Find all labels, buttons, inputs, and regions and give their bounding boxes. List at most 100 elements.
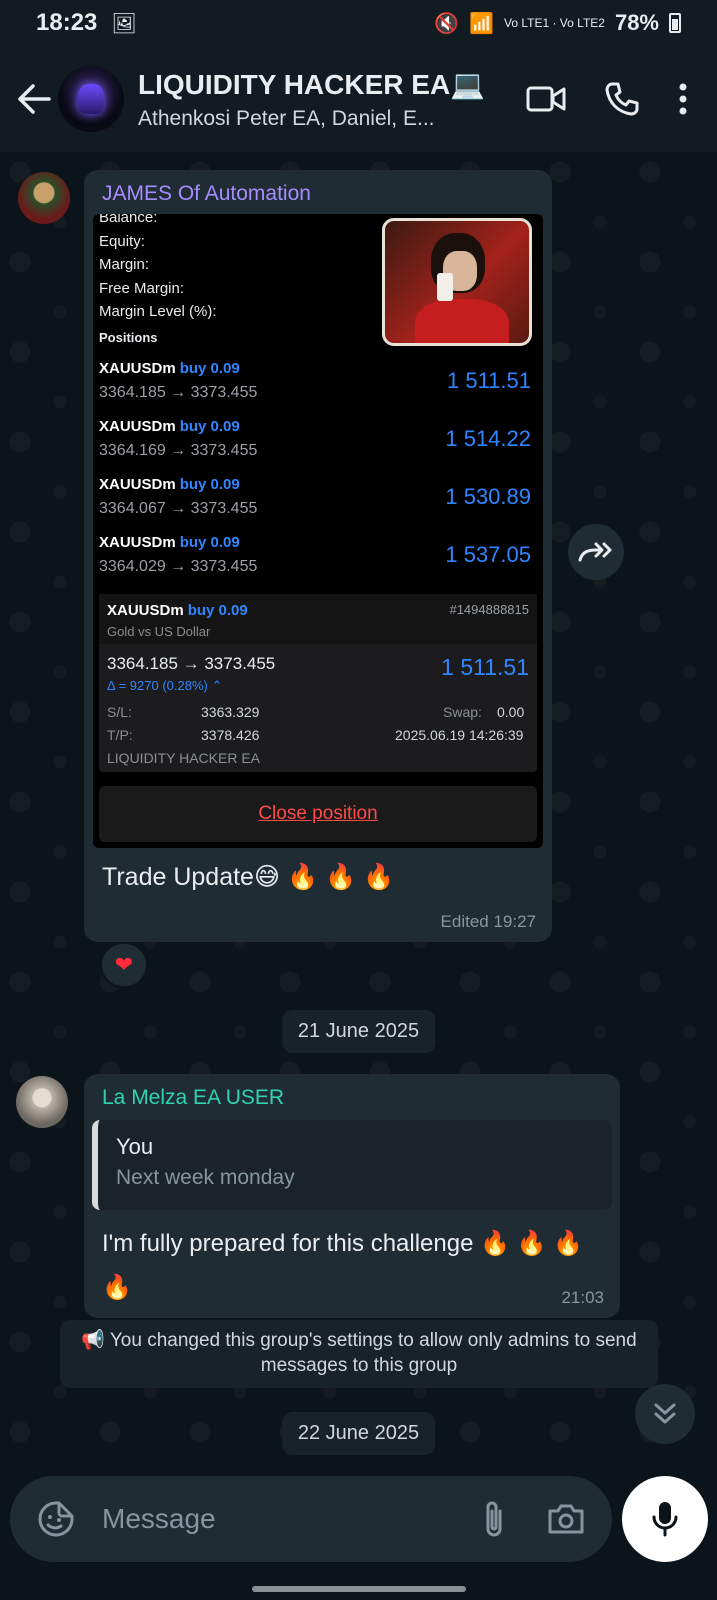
- detail-datetime: 2025.06.19 14:26:39: [395, 727, 524, 743]
- network-indicator: Vo LTE1 · Vo LTE2: [504, 16, 605, 30]
- position-row: XAUUSDm buy 0.09 3364.185 → 3373.455 1 51…: [93, 354, 543, 412]
- position-profit: 1 511.51: [446, 368, 531, 393]
- trade-screenshot-image[interactable]: Balance: Equity: Margin: Free Margin: Ma…: [93, 214, 543, 848]
- home-indicator[interactable]: [252, 1586, 466, 1592]
- sender-name[interactable]: JAMES Of Automation: [102, 182, 311, 206]
- position-side: buy 0.09: [179, 418, 240, 435]
- message-time: 21:03: [561, 1288, 604, 1307]
- close-position-button: Close position: [99, 786, 537, 842]
- video-call-button[interactable]: [515, 68, 577, 130]
- message-bubble-trade-update[interactable]: JAMES Of Automation Balance: Equity: Mar…: [84, 170, 552, 942]
- detail-ticket: #1494888815: [449, 602, 529, 617]
- detail-prices: 3364.185 → 3373.455: [107, 654, 276, 673]
- quoted-message[interactable]: You Next week monday: [92, 1120, 612, 1210]
- position-prices: 3364.067 → 3373.455: [99, 500, 258, 517]
- close-position-label: Close position: [258, 803, 378, 824]
- phone-icon: [605, 82, 639, 116]
- detail-delta: Δ = 9270 (0.28%) ⌃: [107, 678, 223, 693]
- video-camera-icon: [526, 86, 566, 112]
- tp-label: T/P:: [107, 727, 133, 743]
- detail-symbol: XAUUSDm: [107, 602, 184, 619]
- position-side: buy 0.09: [179, 534, 240, 551]
- position-prices: 3364.169 → 3373.455: [99, 442, 258, 459]
- double-chevron-down-icon: [654, 1403, 676, 1424]
- sticker-icon: [38, 1501, 74, 1537]
- camera-button[interactable]: [538, 1491, 594, 1547]
- position-row: XAUUSDm buy 0.09 3364.029 → 3373.455 1 53…: [93, 528, 543, 586]
- battery-percent: 78%: [614, 10, 659, 35]
- message-meta: Edited 19:27: [440, 912, 536, 931]
- position-symbol: XAUUSDm: [99, 418, 176, 435]
- date-separator: 22 June 2025: [281, 1412, 436, 1455]
- status-bar: 18:23 🖼 🔇 📶 Vo LTE1 · Vo LTE2 78%: [0, 0, 717, 46]
- position-side: buy 0.09: [179, 360, 240, 377]
- mute-icon: 🔇: [434, 12, 460, 35]
- gallery-notification-icon: 🖼: [111, 12, 137, 35]
- quoted-text: Next week monday: [116, 1166, 295, 1189]
- chat-info[interactable]: LIQUIDITY HACKER EA💻 Athenkosi Peter EA,…: [138, 68, 515, 131]
- scroll-to-bottom-button[interactable]: [635, 1384, 695, 1444]
- sender-avatar-melza[interactable]: [16, 1076, 68, 1128]
- position-side: buy 0.09: [179, 476, 240, 493]
- position-prices: 3364.029 → 3373.455: [99, 558, 258, 575]
- status-right: 🔇 📶 Vo LTE1 · Vo LTE2 78%: [434, 10, 681, 36]
- detail-description: Gold vs US Dollar: [107, 624, 211, 639]
- tp-value: 3378.426: [201, 727, 260, 743]
- detail-side: buy 0.09: [187, 602, 248, 619]
- swap-value: 0.00: [497, 704, 525, 720]
- position-profit: 1 530.89: [445, 484, 531, 509]
- position-detail-panel: XAUUSDm buy 0.09 #1494888815 Gold vs US D…: [99, 594, 537, 772]
- position-profit: 1 514.22: [445, 426, 531, 451]
- swap-label: Swap:: [443, 704, 482, 720]
- camera-icon: [548, 1504, 584, 1534]
- reaction-badge[interactable]: ❤: [100, 942, 148, 988]
- account-label: Margin Level (%):: [99, 303, 217, 320]
- detail-profit: 1 511.51: [441, 654, 529, 680]
- quoted-author: You: [116, 1134, 154, 1159]
- chat-area[interactable]: JAMES Of Automation Balance: Equity: Mar…: [0, 152, 717, 1472]
- input-bar: [0, 1472, 717, 1600]
- positions-header: Positions: [99, 330, 158, 345]
- message-input[interactable]: [102, 1503, 466, 1535]
- more-options-button[interactable]: [663, 68, 703, 130]
- group-title: LIQUIDITY HACKER EA💻: [138, 68, 486, 100]
- forward-button[interactable]: [568, 524, 624, 580]
- paperclip-icon: [486, 1501, 502, 1537]
- back-button[interactable]: [14, 79, 54, 119]
- system-message: 📢 You changed this group's settings to a…: [60, 1320, 658, 1388]
- position-row: XAUUSDm buy 0.09 3364.169 → 3373.455 1 51…: [93, 412, 543, 470]
- account-label: Free Margin:: [99, 279, 185, 297]
- group-members: Athenkosi Peter EA, Daniel, E...: [138, 106, 435, 130]
- position-profit: 1 537.05: [445, 542, 531, 567]
- detail-comment: LIQUIDITY HACKER EA: [107, 750, 261, 766]
- position-symbol: XAUUSDm: [99, 534, 176, 551]
- position-row: XAUUSDm buy 0.09 3364.067 → 3373.455 1 53…: [93, 470, 543, 528]
- microphone-icon: [652, 1502, 678, 1537]
- sl-label: S/L:: [107, 704, 132, 720]
- voice-call-button[interactable]: [591, 68, 653, 130]
- message-text: I'm fully prepared for this challenge 🔥 …: [102, 1230, 584, 1301]
- sender-avatar-james[interactable]: [18, 172, 70, 224]
- sender-name[interactable]: La Melza EA USER: [102, 1086, 284, 1110]
- position-symbol: XAUUSDm: [99, 360, 176, 377]
- forward-icon: [578, 542, 612, 562]
- sl-value: 3363.329: [201, 704, 260, 720]
- chat-header: LIQUIDITY HACKER EA💻 Athenkosi Peter EA,…: [0, 46, 717, 152]
- sticker-button[interactable]: [28, 1491, 84, 1547]
- message-composer: [10, 1476, 612, 1562]
- date-separator: 21 June 2025: [281, 1010, 436, 1053]
- more-vertical-icon: [679, 83, 687, 115]
- sticker-image: [382, 218, 532, 346]
- account-label: Balance:: [99, 214, 158, 226]
- heart-icon: ❤: [114, 952, 134, 977]
- wifi-icon: 📶: [469, 12, 494, 35]
- attach-button[interactable]: [466, 1491, 522, 1547]
- battery-icon: [669, 13, 681, 33]
- voice-message-button[interactable]: [622, 1476, 708, 1562]
- group-avatar[interactable]: [58, 66, 124, 132]
- message-bubble-reply[interactable]: La Melza EA USER You Next week monday I'…: [84, 1074, 620, 1318]
- account-summary: Balance: Equity: Margin: Free Margin: Ma…: [99, 214, 217, 324]
- arrow-left-icon: [18, 84, 51, 114]
- account-label: Margin:: [99, 256, 150, 273]
- position-prices: 3364.185 → 3373.455: [99, 384, 258, 401]
